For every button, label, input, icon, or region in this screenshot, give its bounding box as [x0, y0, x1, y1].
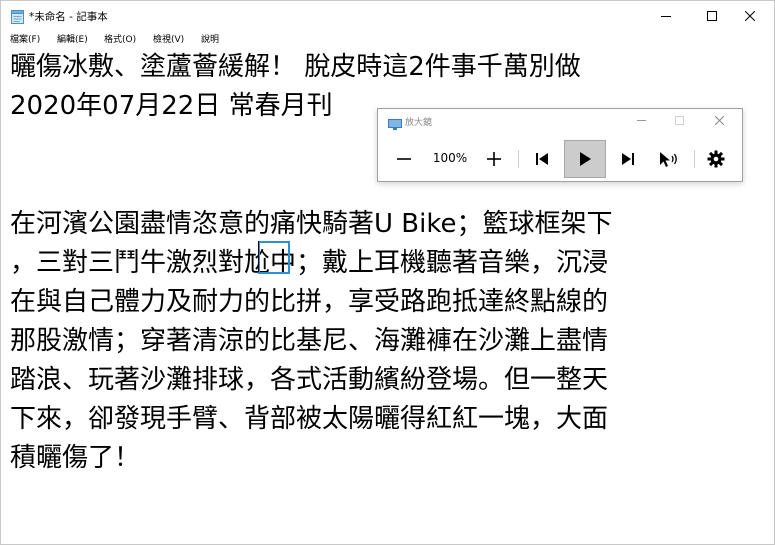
magnifier-window: 放大鏡 100%	[377, 108, 743, 182]
toolbar-separator	[518, 150, 519, 168]
previous-button[interactable]	[528, 141, 556, 177]
minus-icon	[397, 158, 411, 160]
menu-help[interactable]: 說明	[201, 32, 219, 45]
play-button[interactable]	[564, 140, 606, 178]
text-line: ，三對三鬥牛激烈對尬中；戴上耳機聽著音樂，沉浸	[10, 248, 609, 278]
text-line: 積曬傷了！	[10, 443, 141, 473]
notepad-window: *未命名 - 記事本 檔案(F) 編輯(E) 格式(O) 檢視(V) 說明 曬傷…	[0, 0, 775, 545]
gear-icon	[707, 150, 725, 168]
zoom-in-button[interactable]	[480, 141, 508, 177]
menu-bar: 檔案(F) 編輯(E) 格式(O) 檢視(V) 說明	[1, 31, 774, 46]
magnifier-icon	[388, 116, 402, 135]
close-button[interactable]	[727, 1, 773, 31]
notepad-icon	[11, 9, 24, 24]
minimize-button[interactable]	[643, 1, 689, 31]
magnifier-minimize-button[interactable]	[632, 113, 650, 127]
maximize-icon	[707, 11, 717, 21]
text-line: 踏浪、玩著沙灘排球，各式活動繽紛登場。但一整天	[10, 365, 609, 395]
zoom-out-button[interactable]	[390, 141, 418, 177]
text-caret	[258, 241, 259, 272]
text-line: 在河濱公園盡情恣意的痛快騎著U Bike；籃球框架下	[10, 209, 613, 239]
toolbar-separator	[694, 150, 695, 168]
window-title: *未命名 - 記事本	[29, 11, 108, 23]
text-line: 曬傷冰敷、塗蘆薈緩解！ 脫皮時這2件事千萬別做	[10, 52, 581, 82]
magnifier-close-button[interactable]	[710, 113, 728, 127]
close-icon	[714, 115, 724, 125]
read-from-cursor-button[interactable]	[652, 141, 686, 177]
settings-button[interactable]	[702, 141, 730, 177]
text-line: 2020年07月22日 常春月刊	[10, 91, 333, 121]
magnifier-focus-frame	[258, 241, 290, 274]
next-button[interactable]	[614, 141, 642, 177]
pointer-speaker-icon	[660, 152, 677, 167]
text-line: 在與自己體力及耐力的比拼，享受路跑抵達終點線的	[10, 287, 609, 317]
minimize-icon	[661, 16, 671, 17]
magnifier-maximize-button[interactable]	[670, 113, 688, 127]
magnifier-title: 放大鏡	[405, 118, 433, 128]
zoom-level: 100%	[432, 151, 468, 165]
skip-previous-icon	[536, 153, 548, 165]
text-line: 下來，卻發現手臂、背部被太陽曬得紅紅一塊，大面	[10, 404, 609, 434]
menu-edit[interactable]: 編輯(E)	[57, 32, 88, 45]
minimize-icon	[636, 119, 646, 121]
title-bar[interactable]: *未命名 - 記事本	[1, 1, 774, 31]
text-line: 那股激情；穿著清涼的比基尼、海灘褲在沙灘上盡情	[10, 326, 609, 356]
maximize-icon	[674, 115, 684, 125]
skip-next-icon	[622, 153, 634, 165]
play-icon	[580, 152, 591, 166]
menu-format[interactable]: 格式(O)	[104, 32, 136, 45]
magnifier-toolbar: 100%	[378, 140, 742, 181]
menu-view[interactable]: 檢視(V)	[153, 32, 184, 45]
plus-icon	[487, 152, 501, 166]
close-icon	[745, 11, 755, 21]
menu-file[interactable]: 檔案(F)	[10, 32, 40, 45]
